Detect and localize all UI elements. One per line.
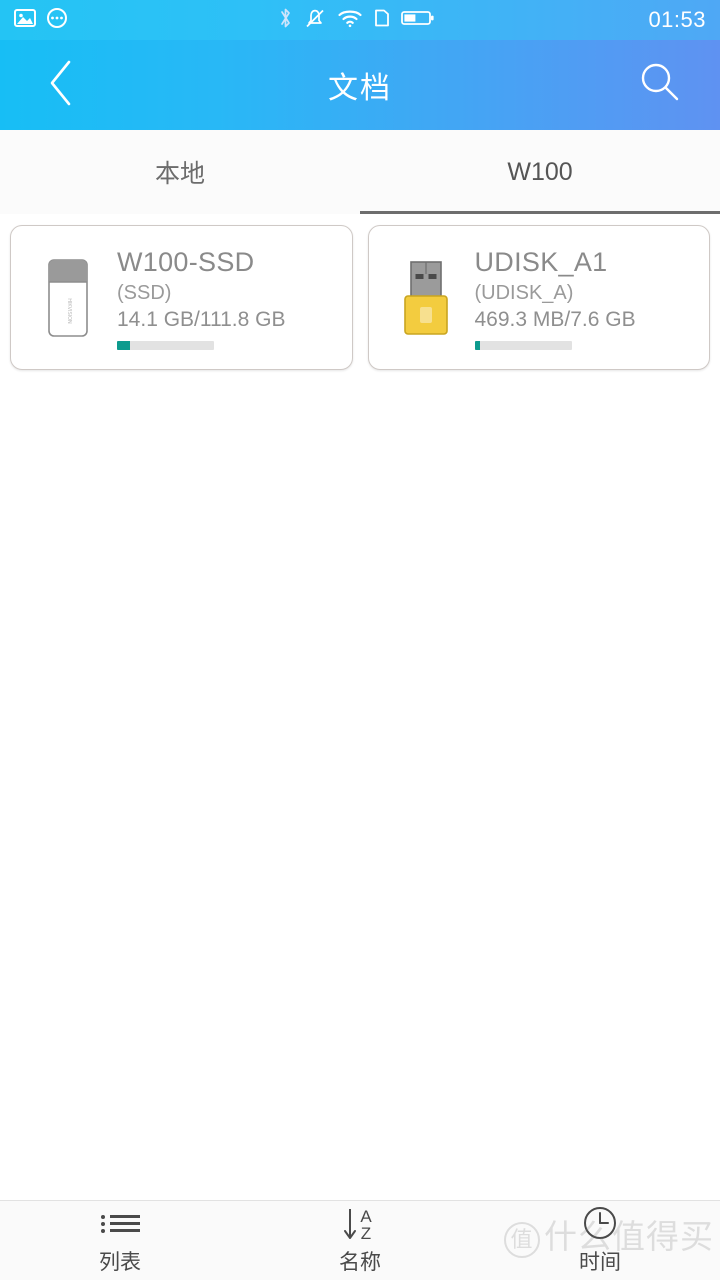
bottom-item-name-label: 名称 (339, 1250, 381, 1274)
status-bar: 01:53 (0, 0, 720, 40)
storage-tabs: 本地 W100 (0, 130, 720, 214)
chevron-left-icon (43, 57, 77, 114)
more-circle-icon (46, 7, 68, 34)
status-bar-clock: 01:53 (648, 7, 706, 32)
drive-usage: 469.3 MB/7.6 GB (474, 307, 636, 331)
wifi-icon (337, 7, 363, 34)
drive-usage-bar-fill (117, 341, 130, 351)
drive-card-udisk[interactable]: UDISK_A1 (UDISK_A) 469.3 MB/7.6 GB (367, 225, 710, 370)
sim-card-icon (374, 6, 390, 35)
list-icon (100, 1206, 140, 1242)
tab-local[interactable]: 本地 (0, 130, 360, 214)
drive-usage: 14.1 GB/111.8 GB (117, 307, 286, 331)
bottom-item-list[interactable]: 列表 (0, 1201, 240, 1281)
status-bar-right-icons (278, 6, 435, 35)
tab-w100[interactable]: W100 (360, 130, 720, 214)
sort-az-icon: A Z (336, 1206, 384, 1243)
tab-local-label: 本地 (154, 160, 205, 188)
battery-icon (401, 6, 435, 35)
search-icon (636, 59, 684, 112)
app-header: 文档 (0, 40, 720, 130)
drive-name: W100-SSD (117, 246, 255, 277)
drive-info-udisk: UDISK_A1 (UDISK_A) 469.3 MB/7.6 GB (469, 245, 696, 351)
clock-icon (580, 1206, 620, 1242)
bottom-item-list-label: 列表 (99, 1250, 141, 1274)
drive-card-ssd[interactable]: HIKVISION W100-SSD (SSD) 14.1 GB/111.8 G… (10, 225, 353, 370)
drive-cards-row: HIKVISION W100-SSD (SSD) 14.1 GB/111.8 G… (0, 214, 720, 370)
usb-flash-drive-icon (383, 248, 469, 348)
drive-list-area: HIKVISION W100-SSD (SSD) 14.1 GB/111.8 G… (0, 214, 720, 1200)
drive-usage-bar (474, 341, 572, 351)
svg-text:Z: Z (361, 1224, 371, 1243)
tab-w100-label: W100 (507, 157, 573, 186)
mute-bell-icon (304, 6, 326, 35)
bottom-toolbar: 列表 A Z 名称 时间 值什么值得买 (0, 1200, 720, 1280)
drive-usage-bar-fill (474, 341, 481, 351)
drive-label: (UDISK_A) (474, 281, 574, 304)
svg-text:HIKVISION: HIKVISION (66, 298, 72, 324)
bottom-item-time[interactable]: 时间 (480, 1201, 720, 1281)
bottom-item-name[interactable]: A Z 名称 (240, 1201, 480, 1281)
search-button[interactable] (600, 40, 720, 130)
drive-label: (SSD) (117, 281, 172, 304)
drive-info-ssd: W100-SSD (SSD) 14.1 GB/111.8 GB (111, 245, 338, 351)
bottom-item-time-label: 时间 (579, 1250, 621, 1274)
drive-usage-bar (117, 341, 214, 351)
back-button[interactable] (0, 40, 120, 130)
page-title: 文档 (328, 72, 392, 105)
image-icon (14, 7, 36, 34)
bluetooth-icon (278, 6, 293, 35)
drive-name: UDISK_A1 (474, 246, 608, 277)
ssd-drive-icon: HIKVISION (25, 248, 111, 348)
status-bar-left-icons (14, 7, 68, 34)
